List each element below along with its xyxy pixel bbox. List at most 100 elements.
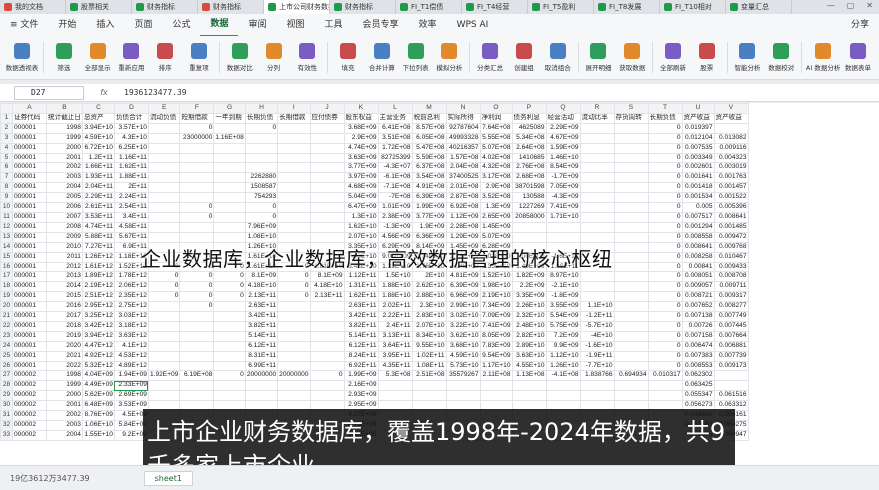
table-cell[interactable]: 0.005396 xyxy=(713,202,749,213)
table-cell[interactable]: 5.14E+11 xyxy=(343,330,379,342)
table-cell[interactable]: 0 xyxy=(647,152,683,164)
table-cell[interactable]: 8.1E+09 xyxy=(244,271,279,283)
table-cell[interactable]: 4.04E+09 xyxy=(81,370,115,382)
column-header[interactable]: J xyxy=(309,103,345,114)
table-cell[interactable]: 1999 xyxy=(46,132,83,144)
table-cell[interactable] xyxy=(377,380,413,392)
ribbon-button[interactable]: 数据校对 xyxy=(767,38,795,77)
table-cell[interactable] xyxy=(579,152,615,164)
table-cell[interactable]: 8.24E+11 xyxy=(343,350,379,362)
table-cell[interactable] xyxy=(579,122,615,134)
header-cell[interactable]: 一年到期 xyxy=(213,112,246,124)
column-header[interactable]: S xyxy=(613,103,649,114)
table-cell[interactable] xyxy=(147,132,181,144)
table-cell[interactable]: 1.59E+09 xyxy=(545,142,581,154)
table-cell[interactable]: 0.003349 xyxy=(681,152,715,164)
table-cell[interactable] xyxy=(579,192,615,204)
table-cell[interactable]: 3.97E+09 xyxy=(343,172,379,184)
row-header[interactable]: 25 xyxy=(0,350,13,362)
table-cell[interactable]: 5.14E+11 xyxy=(244,330,279,342)
table-cell[interactable]: 7.83E+09 xyxy=(479,340,513,352)
table-cell[interactable]: 1.12E+11 xyxy=(343,271,379,283)
table-cell[interactable]: 3.52E+08 xyxy=(479,192,513,204)
table-cell[interactable] xyxy=(179,152,215,164)
table-cell[interactable]: -7.7E+10 xyxy=(579,360,615,372)
table-cell[interactable]: 000001 xyxy=(12,311,47,322)
table-cell[interactable] xyxy=(213,390,246,402)
header-cell[interactable]: 净利润 xyxy=(479,112,513,124)
table-cell[interactable]: 4.67E+09 xyxy=(545,132,581,144)
table-cell[interactable]: 3.17E+08 xyxy=(479,172,513,184)
row-header[interactable]: 11 xyxy=(0,211,13,223)
ribbon-button[interactable]: AI 数据分析 xyxy=(806,38,840,77)
table-cell[interactable]: 1.08E+10 xyxy=(244,231,279,243)
table-cell[interactable]: 6.12E+11 xyxy=(244,340,279,352)
table-cell[interactable]: 5.04E+09 xyxy=(343,192,379,204)
table-cell[interactable] xyxy=(147,231,181,243)
document-tab[interactable]: FI_T1偿债 xyxy=(396,0,462,14)
table-cell[interactable] xyxy=(545,390,581,402)
table-cell[interactable] xyxy=(244,390,279,402)
table-cell[interactable]: 2.24E+11 xyxy=(113,192,149,204)
table-cell[interactable]: 2.93E+09 xyxy=(343,390,379,402)
table-cell[interactable]: 0 xyxy=(179,122,215,134)
menu-item[interactable]: 公式 xyxy=(162,14,200,36)
table-cell[interactable]: 6.39E+09 xyxy=(445,281,481,293)
fx-icon[interactable]: fx xyxy=(84,88,124,97)
table-cell[interactable]: 2003 xyxy=(46,420,83,431)
table-cell[interactable] xyxy=(545,380,581,392)
row-header[interactable]: 2 xyxy=(0,122,13,134)
table-cell[interactable]: 2016 xyxy=(46,301,83,313)
table-cell[interactable]: 000001 xyxy=(12,221,47,233)
table-cell[interactable] xyxy=(147,142,181,154)
table-cell[interactable]: 0 xyxy=(647,271,683,283)
table-cell[interactable]: 0.007739 xyxy=(713,350,749,362)
table-cell[interactable]: 0.007749 xyxy=(713,311,749,322)
table-cell[interactable]: 130588 xyxy=(511,192,547,204)
table-cell[interactable]: 2.22E+11 xyxy=(377,311,413,322)
table-cell[interactable] xyxy=(277,182,311,194)
table-cell[interactable] xyxy=(309,162,345,174)
table-cell[interactable]: 0 xyxy=(647,311,683,322)
table-cell[interactable]: 6.48E+09 xyxy=(81,400,115,412)
column-header[interactable]: C xyxy=(81,103,115,114)
table-cell[interactable]: 6.37E+08 xyxy=(411,162,447,174)
table-cell[interactable]: 6.39E+08 xyxy=(411,192,447,204)
table-cell[interactable]: 0.001763 xyxy=(713,172,749,184)
ribbon-button[interactable]: 全部显示 xyxy=(84,38,112,77)
column-header[interactable]: R xyxy=(579,103,615,114)
table-cell[interactable]: -4.3E+09 xyxy=(545,192,581,204)
ribbon-button[interactable]: 模拟分析 xyxy=(436,38,464,77)
table-cell[interactable]: 0 xyxy=(647,132,683,144)
table-cell[interactable] xyxy=(613,360,649,372)
table-cell[interactable]: 3.77E+09 xyxy=(411,211,447,223)
table-cell[interactable] xyxy=(213,221,246,233)
table-cell[interactable]: 2.48E+10 xyxy=(511,320,547,332)
table-cell[interactable]: 2.29E+09 xyxy=(545,122,581,134)
table-cell[interactable]: 6.36E+09 xyxy=(411,231,447,243)
table-cell[interactable]: 0 xyxy=(244,122,279,134)
table-cell[interactable]: 1.01E+09 xyxy=(377,202,413,213)
table-cell[interactable]: 000001 xyxy=(12,132,47,144)
table-cell[interactable] xyxy=(613,192,649,204)
table-cell[interactable] xyxy=(545,231,581,243)
header-cell[interactable]: 经营活动 xyxy=(545,112,581,124)
table-cell[interactable]: 2004 xyxy=(46,429,83,441)
column-header[interactable]: Q xyxy=(545,103,581,114)
table-cell[interactable]: 0 xyxy=(647,162,683,174)
ribbon-button[interactable]: 分列 xyxy=(260,38,288,77)
table-cell[interactable]: 0 xyxy=(277,291,311,303)
table-cell[interactable] xyxy=(613,152,649,164)
table-cell[interactable]: 8.34E+10 xyxy=(411,330,447,342)
table-cell[interactable]: 0.009711 xyxy=(713,281,749,293)
column-header[interactable]: I xyxy=(277,103,311,114)
table-cell[interactable]: 0.001522 xyxy=(713,192,749,204)
table-cell[interactable] xyxy=(309,320,345,332)
table-cell[interactable] xyxy=(613,271,649,283)
table-cell[interactable] xyxy=(277,192,311,204)
table-cell[interactable] xyxy=(613,221,649,233)
table-cell[interactable]: 2.75E+12 xyxy=(113,301,149,313)
table-cell[interactable] xyxy=(213,142,246,154)
table-cell[interactable]: 3.13E+11 xyxy=(377,330,413,342)
header-cell[interactable]: 总资产 xyxy=(81,112,115,124)
